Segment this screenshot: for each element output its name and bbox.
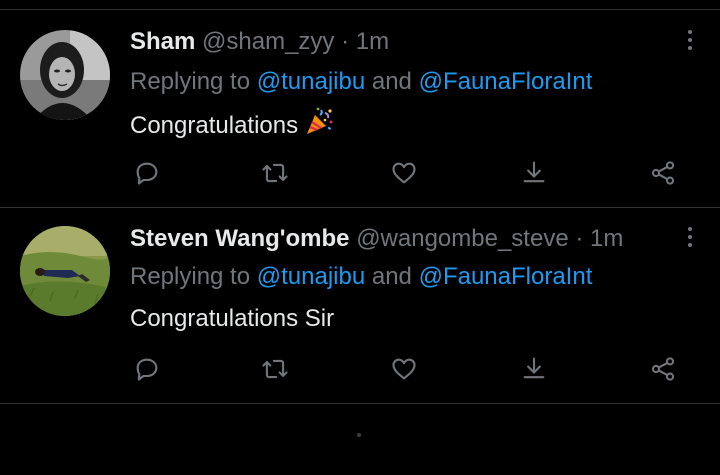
separator: · xyxy=(341,28,350,55)
tweet[interactable]: Steven Wang'ombe @wangombe_steve · 1m Re… xyxy=(0,208,720,404)
retweet-icon[interactable] xyxy=(260,158,290,188)
tweet[interactable]: Sham @sham_zyy · 1m Replying to @tunajib… xyxy=(0,10,720,208)
replying-and: and xyxy=(365,263,419,290)
like-icon[interactable] xyxy=(389,354,419,384)
loading-indicator xyxy=(357,433,361,437)
mention-link[interactable]: @FaunaFloraInt xyxy=(419,68,593,95)
tweet-header: Steven Wang'ombe @wangombe_steve · 1m xyxy=(130,224,670,254)
reply-icon[interactable] xyxy=(132,158,162,188)
tweet-actions xyxy=(0,158,720,188)
timestamp[interactable]: 1m xyxy=(590,225,623,252)
mention-link[interactable]: @FaunaFloraInt xyxy=(419,263,593,290)
separator: · xyxy=(575,225,584,252)
like-icon[interactable] xyxy=(389,158,419,188)
replying-prefix: Replying to xyxy=(130,263,257,290)
download-icon[interactable] xyxy=(519,354,549,384)
tweet-header: Sham @sham_zyy · 1m xyxy=(130,27,670,57)
mention-link[interactable]: @tunajibu xyxy=(257,263,365,290)
download-icon[interactable] xyxy=(519,158,549,188)
replying-prefix: Replying to xyxy=(130,68,257,95)
reply-icon[interactable] xyxy=(132,354,162,384)
tweet-actions xyxy=(0,354,720,384)
tweet-text-content: Congratulations Sir xyxy=(130,305,335,332)
mention-link[interactable]: @tunajibu xyxy=(257,68,365,95)
display-name[interactable]: Steven Wang'ombe xyxy=(130,225,350,252)
tweet-text: Congratulations xyxy=(130,107,334,139)
more-options-icon[interactable] xyxy=(686,227,694,251)
retweet-icon[interactable] xyxy=(260,354,290,384)
replying-to: Replying to @tunajibu and @FaunaFloraInt xyxy=(130,262,592,292)
tweet-text-content: Congratulations xyxy=(130,111,299,139)
share-icon[interactable] xyxy=(648,158,678,188)
timestamp[interactable]: 1m xyxy=(356,28,389,55)
avatar[interactable] xyxy=(20,30,110,120)
more-options-icon[interactable] xyxy=(686,30,694,54)
replying-to: Replying to @tunajibu and @FaunaFloraInt xyxy=(130,67,592,97)
user-handle[interactable]: @wangombe_steve xyxy=(356,225,568,252)
replying-and: and xyxy=(365,68,419,95)
tweet-text: Congratulations Sir xyxy=(130,303,334,335)
display-name[interactable]: Sham xyxy=(130,28,195,55)
user-handle[interactable]: @sham_zyy xyxy=(202,28,334,55)
share-icon[interactable] xyxy=(648,354,678,384)
avatar[interactable] xyxy=(20,226,110,316)
party-popper-icon xyxy=(304,107,334,146)
